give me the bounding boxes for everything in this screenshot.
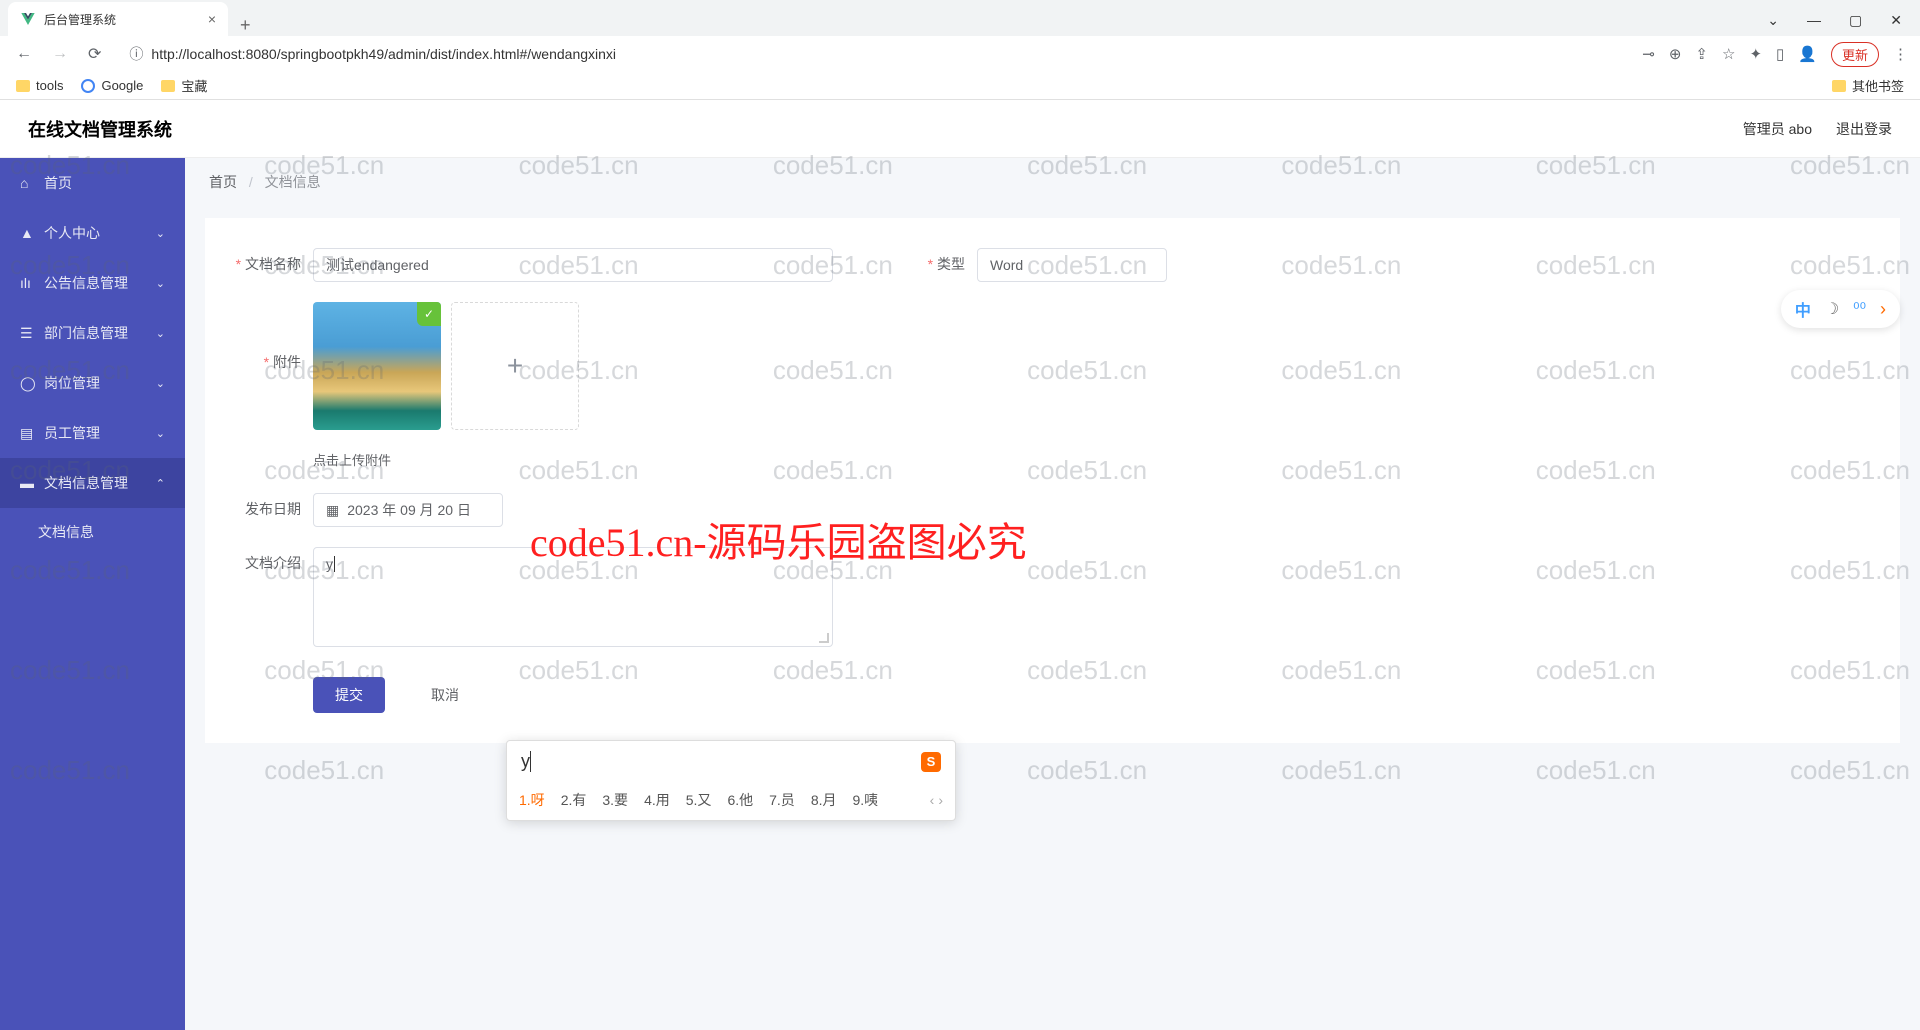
user-icon: ▲ (20, 225, 34, 241)
vue-icon (20, 11, 36, 27)
nav-back[interactable]: ← (12, 41, 36, 67)
chevron-down-icon: ⌄ (156, 327, 165, 340)
window-minimize[interactable]: — (1797, 8, 1831, 33)
date-input[interactable]: ▦ 2023 年 09 月 20 日 (313, 493, 503, 527)
window-maximize[interactable]: ▢ (1839, 8, 1872, 33)
chevron-down-icon: ⌄ (156, 377, 165, 390)
calendar-icon: ▦ (326, 502, 339, 519)
chevron-up-icon: ⌃ (156, 477, 165, 490)
submit-button[interactable]: 提交 (313, 677, 385, 713)
floating-toolbar[interactable]: 中 ☽ ⁰⁰ › (1781, 290, 1900, 328)
label-type: 类型 (893, 248, 965, 282)
chart-icon: ılı (20, 275, 34, 291)
label-date: 发布日期 (229, 493, 301, 519)
bookmark-icon[interactable]: ☆ (1722, 45, 1735, 63)
sidebar-item-job[interactable]: ◯岗位管理⌄ (0, 358, 185, 408)
home-icon: ⌂ (20, 175, 34, 191)
sidebar-item-notice[interactable]: ılı公告信息管理⌄ (0, 258, 185, 308)
sidebar-item-doc-mgr[interactable]: ▬文档信息管理⌃ (0, 458, 185, 508)
breadcrumb: 首页 / 文档信息 (185, 158, 1920, 206)
sogou-icon: S (921, 752, 941, 772)
breadcrumb-current: 文档信息 (265, 174, 321, 190)
ime-mode[interactable]: 中 (1795, 297, 1811, 321)
tab-title: 后台管理系统 (44, 11, 116, 28)
sidebar: ⌂首页 ▲个人中心⌄ ılı公告信息管理⌄ ☰部门信息管理⌄ ◯岗位管理⌄ ▤员… (0, 158, 185, 1030)
chevron-down-icon: ⌄ (156, 277, 165, 290)
intro-textarea[interactable]: y (313, 547, 833, 647)
sidebar-item-dept[interactable]: ☰部门信息管理⌄ (0, 308, 185, 358)
sidepanel-icon[interactable]: ▯ (1776, 45, 1784, 63)
ime-candidates[interactable]: 1.呀 2.有 3.要 4.用 5.又 6.他 7.员 8.月 9.咦 ‹› (507, 782, 955, 820)
zoom-icon[interactable]: ⊕ (1669, 45, 1682, 63)
menu-icon[interactable]: ⋮ (1893, 45, 1908, 63)
logout-link[interactable]: 退出登录 (1836, 119, 1892, 139)
doc-icon: ▬ (20, 475, 34, 491)
folder-icon (1832, 80, 1846, 92)
job-icon: ◯ (20, 375, 34, 392)
cancel-button[interactable]: 取消 (409, 677, 481, 713)
new-tab-button[interactable]: + (228, 15, 263, 36)
folder-icon (161, 80, 175, 92)
upload-tip[interactable]: 点击上传附件 (313, 450, 1900, 469)
attachment-thumbnail[interactable]: ✓ (313, 302, 441, 430)
chevron-down-icon: ⌄ (156, 227, 165, 240)
chevron-down-icon: ⌄ (156, 427, 165, 440)
label-attachment: 附件 (229, 302, 301, 372)
upload-add-button[interactable]: + (451, 302, 579, 430)
extensions-icon[interactable]: ✦ (1749, 45, 1762, 63)
google-icon (81, 79, 95, 93)
plus-icon: + (507, 350, 523, 382)
url-input[interactable]: ⓘ http://localhost:8080/springbootpkh49/… (117, 44, 1630, 64)
staff-icon: ▤ (20, 425, 34, 442)
doc-name-input[interactable]: 测试endangered (313, 248, 833, 282)
nav-forward: → (48, 41, 72, 67)
sidebar-item-doc-info[interactable]: 文档信息 (0, 508, 185, 556)
check-icon: ✓ (417, 302, 441, 326)
sidebar-item-staff[interactable]: ▤员工管理⌄ (0, 408, 185, 458)
ime-prev[interactable]: ‹ (930, 792, 935, 808)
browser-tab[interactable]: 后台管理系统 × (8, 2, 228, 36)
folder-icon (16, 80, 30, 92)
bookmark-treasure[interactable]: 宝藏 (161, 76, 207, 95)
ime-popup: y S 1.呀 2.有 3.要 4.用 5.又 6.他 7.员 8.月 9.咦 … (506, 740, 956, 821)
type-select[interactable]: Word (977, 248, 1167, 282)
chevron-right-icon[interactable]: › (1880, 299, 1886, 320)
label-intro: 文档介绍 (229, 547, 301, 573)
moon-icon[interactable]: ☽ (1825, 299, 1839, 319)
close-icon[interactable]: × (208, 11, 216, 27)
label-doc-name: 文档名称 (229, 248, 301, 274)
dept-icon: ☰ (20, 325, 34, 342)
window-dropdown[interactable]: ⌄ (1757, 8, 1789, 33)
profile-icon[interactable]: 👤 (1798, 45, 1817, 63)
sidebar-item-personal[interactable]: ▲个人中心⌄ (0, 208, 185, 258)
update-button[interactable]: 更新 (1831, 42, 1879, 67)
url-text: http://localhost:8080/springbootpkh49/ad… (151, 46, 616, 62)
window-close[interactable]: ✕ (1880, 8, 1912, 33)
share-icon[interactable]: ⇪ (1695, 45, 1708, 63)
app-title: 在线文档管理系统 (28, 116, 172, 142)
bookmark-tools[interactable]: tools (16, 78, 63, 93)
user-label[interactable]: 管理员 abo (1743, 119, 1812, 139)
quote-icon[interactable]: ⁰⁰ (1853, 299, 1866, 319)
ime-input-text: y (521, 751, 530, 772)
bookmark-other[interactable]: 其他书签 (1832, 76, 1904, 95)
ime-next[interactable]: › (938, 792, 943, 808)
bookmark-google[interactable]: Google (81, 78, 143, 93)
breadcrumb-home[interactable]: 首页 (209, 174, 237, 190)
nav-reload[interactable]: ⟳ (84, 40, 105, 68)
key-icon[interactable]: ⊸ (1642, 45, 1655, 63)
sidebar-item-home[interactable]: ⌂首页 (0, 158, 185, 208)
info-icon: ⓘ (129, 44, 143, 64)
